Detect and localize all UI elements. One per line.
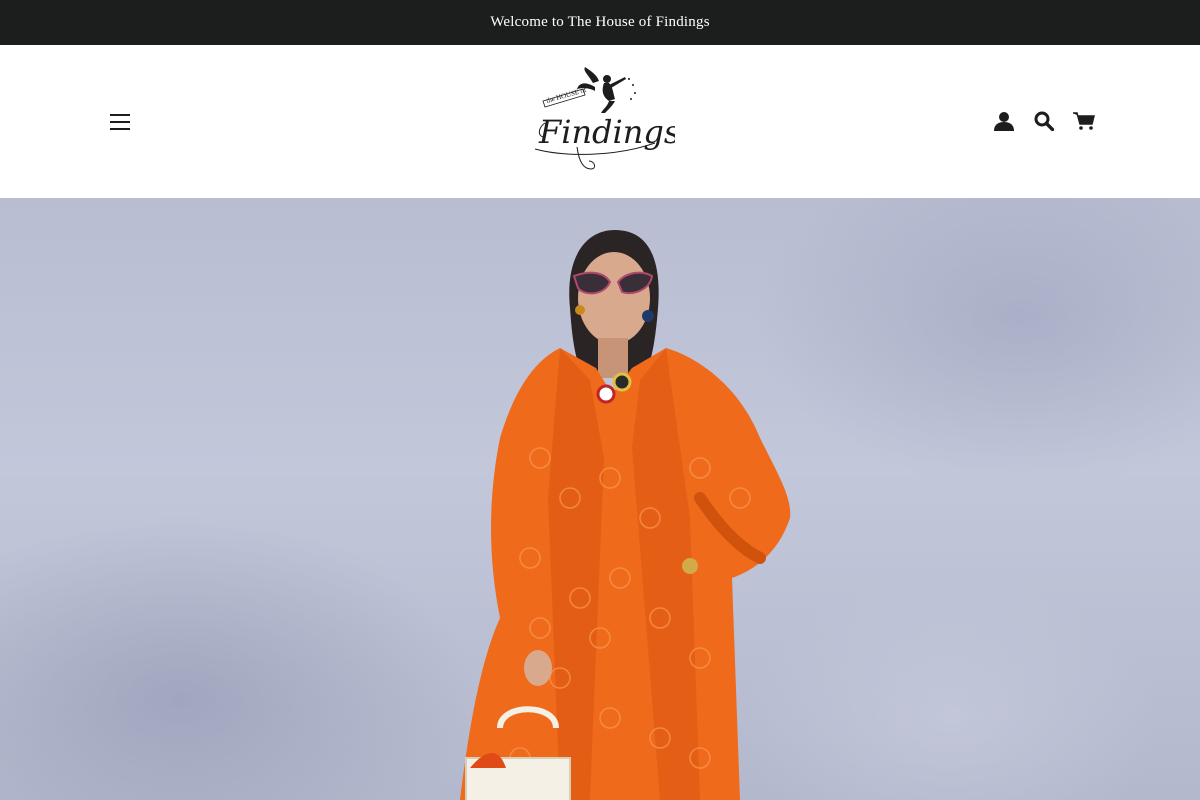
user-account-icon[interactable] [992, 109, 1016, 133]
logo-small-text: the HOUSE of [545, 86, 587, 105]
search-icon[interactable] [1032, 109, 1056, 133]
hero-banner[interactable] [0, 198, 1200, 800]
findings-logo-graphic: the HOUSE of Findings [534, 67, 680, 170]
header-icons [992, 105, 1096, 137]
site-logo[interactable]: the HOUSE of Findings [525, 65, 680, 177]
hero-model-image [460, 230, 791, 800]
site-header: the HOUSE of Findings [0, 45, 1200, 198]
shopping-cart-icon[interactable] [1072, 109, 1096, 133]
announcement-link[interactable]: Welcome to The House of Findings [490, 14, 709, 31]
hamburger-menu-icon[interactable] [104, 108, 136, 136]
logo-main-text: Findings [538, 113, 675, 151]
announcement-bar: Welcome to The House of Findings [0, 0, 1200, 45]
